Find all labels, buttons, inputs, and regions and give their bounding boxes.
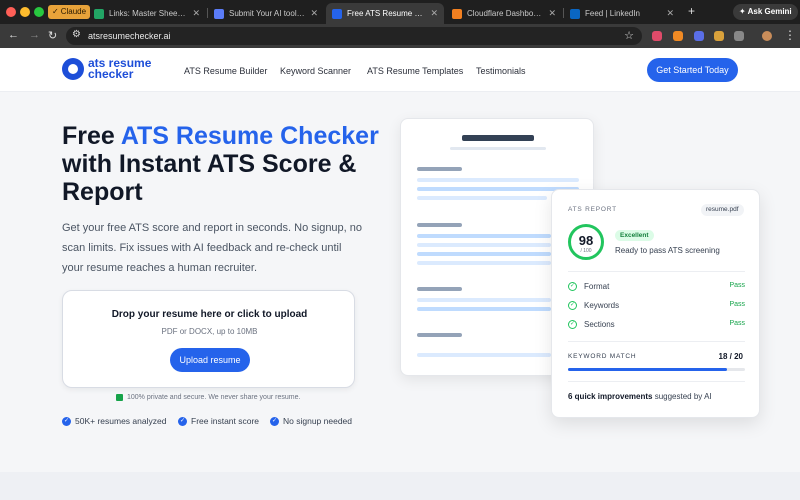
sheets-icon (94, 8, 104, 19)
check-circle-icon: ✓ (568, 282, 577, 291)
ats-favicon-icon (332, 8, 342, 19)
linkedin-icon (570, 8, 580, 19)
resume-line (417, 298, 551, 302)
check-circle-icon: ✓ (270, 416, 279, 426)
upload-title: Drop your resume here or click to upload (111, 309, 308, 320)
divider (568, 341, 745, 342)
close-tab-icon[interactable]: ✕ (192, 8, 200, 19)
hero-subtitle: Get your free ATS score and report in se… (62, 222, 363, 274)
tab-free-ats-resume-checker[interactable]: Free ATS Resume Checker ✕ (326, 3, 444, 24)
keyword-match-value: 18 / 20 (718, 352, 743, 361)
score-caption: Ready to pass ATS screening (615, 246, 720, 255)
check-circle-icon: ✓ (178, 416, 187, 426)
divider (568, 381, 745, 382)
browser-menu-icon[interactable]: ⋮ (784, 28, 796, 42)
nav-testimonials[interactable]: Testimonials (476, 66, 526, 76)
resume-heading-bar (417, 223, 462, 227)
feature-resumes-analyzed: ✓ 50K+ resumes analyzed (62, 416, 167, 426)
resume-line (417, 178, 579, 182)
score-max: / 100 (580, 248, 592, 254)
keyword-match-progress (568, 368, 745, 371)
keyword-match-label: KEYWORD MATCH (568, 353, 637, 360)
resume-line (417, 196, 547, 200)
check-row-keywords: ✓ Keywords Pass (568, 301, 745, 310)
score-value: 98 (578, 233, 594, 248)
score-ring: 98 / 100 (568, 224, 604, 260)
address-bar[interactable]: ⚙ atsresumechecker.ai ☆ (66, 27, 642, 45)
resume-heading-bar (417, 287, 462, 291)
extension-icon[interactable] (673, 31, 683, 41)
hero-title: Free ATS Resume Checker with Instant ATS… (62, 122, 379, 206)
reload-icon[interactable]: ↻ (48, 29, 57, 42)
resume-name-bar (462, 135, 534, 141)
get-started-button[interactable]: Get Started Today (647, 58, 738, 82)
extension-icon[interactable] (694, 31, 704, 41)
new-tab-icon[interactable]: + (688, 4, 695, 18)
maximize-window-icon[interactable] (34, 7, 44, 17)
ats-report-card: ATS REPORT resume.pdf 98 / 100 Excellent… (551, 189, 760, 418)
logo-mark-icon (62, 58, 84, 80)
claude-tab-group[interactable]: ✓ Claude (48, 5, 91, 19)
divider (568, 271, 745, 272)
check-circle-icon: ✓ (568, 320, 577, 329)
tab-links-master-sheet[interactable]: Links: Master Sheet - Goo ✕ (88, 3, 206, 24)
nav-ats-resume-templates[interactable]: ATS Resume Templates (367, 66, 463, 76)
resume-line (417, 243, 551, 247)
nav-keyword-scanner[interactable]: Keyword Scanner (280, 66, 351, 76)
ask-gemini-button[interactable]: ✦ Ask Gemini (733, 4, 798, 20)
report-label: ATS REPORT (568, 206, 617, 213)
lock-icon (116, 394, 123, 401)
status-badge: Excellent (615, 230, 654, 241)
keyword-match-progress-fill (568, 368, 728, 371)
check-circle-icon: ✓ (568, 301, 577, 310)
extensions-puzzle-icon[interactable] (734, 31, 744, 41)
close-tab-icon[interactable]: ✕ (310, 8, 318, 19)
site-logo[interactable]: ats resume checker (62, 57, 151, 81)
next-section-band (0, 472, 800, 500)
browser-toolbar: ← → ↻ ⚙ atsresumechecker.ai ☆ ⋮ (0, 24, 800, 48)
upload-resume-button[interactable]: Upload resume (170, 348, 250, 372)
resume-line (417, 252, 551, 256)
resume-contact-bar (450, 147, 546, 150)
resume-line (417, 307, 551, 311)
tab-cloudflare-dashboard[interactable]: Cloudflare Dashboard | M ✕ (446, 3, 562, 24)
tab-submit-ai-tool[interactable]: Submit Your AI tool - Goo ✕ (208, 3, 324, 24)
close-window-icon[interactable] (6, 7, 16, 17)
resume-line (417, 234, 551, 238)
profile-avatar[interactable] (762, 31, 772, 41)
site-settings-icon[interactable]: ⚙ (72, 29, 81, 40)
extension-icon[interactable] (714, 31, 724, 41)
close-tab-icon[interactable]: ✕ (666, 8, 674, 19)
logo-line2: checker (88, 67, 134, 81)
back-arrow-icon[interactable]: ← (8, 29, 19, 41)
bookmark-star-icon[interactable]: ☆ (624, 29, 634, 42)
improvements-summary: 6 quick improvements suggested by AI (568, 392, 712, 401)
feature-no-signup: ✓ No signup needed (270, 416, 353, 426)
resume-heading-bar (417, 167, 462, 171)
checkbox-icon: ✓ (52, 7, 59, 16)
check-row-format: ✓ Format Pass (568, 282, 745, 291)
extension-icon[interactable] (652, 31, 662, 41)
upload-dropzone[interactable]: Drop your resume here or click to upload… (62, 290, 355, 388)
tab-linkedin-feed[interactable]: Feed | LinkedIn ✕ (564, 3, 680, 24)
report-file-badge: resume.pdf (701, 204, 744, 216)
check-circle-icon: ✓ (62, 416, 71, 426)
forward-arrow-icon[interactable]: → (29, 29, 40, 41)
close-tab-icon[interactable]: ✕ (548, 8, 556, 19)
minimize-window-icon[interactable] (20, 7, 30, 17)
upload-hint: PDF or DOCX, up to 10MB (161, 327, 258, 336)
privacy-note: 100% private and secure. We never share … (116, 394, 300, 401)
browser-tab-bar: ✓ Claude Links: Master Sheet - Goo ✕ Sub… (0, 0, 800, 24)
cloudflare-icon (452, 8, 462, 19)
feature-free-instant-score: ✓ Free instant score (178, 416, 260, 426)
close-tab-icon[interactable]: ✕ (430, 8, 438, 19)
nav-ats-resume-builder[interactable]: ATS Resume Builder (184, 66, 267, 76)
resume-line (417, 261, 551, 265)
resume-line (417, 353, 551, 357)
forms-icon (214, 8, 224, 19)
resume-heading-bar (417, 333, 462, 337)
check-row-sections: ✓ Sections Pass (568, 320, 745, 329)
